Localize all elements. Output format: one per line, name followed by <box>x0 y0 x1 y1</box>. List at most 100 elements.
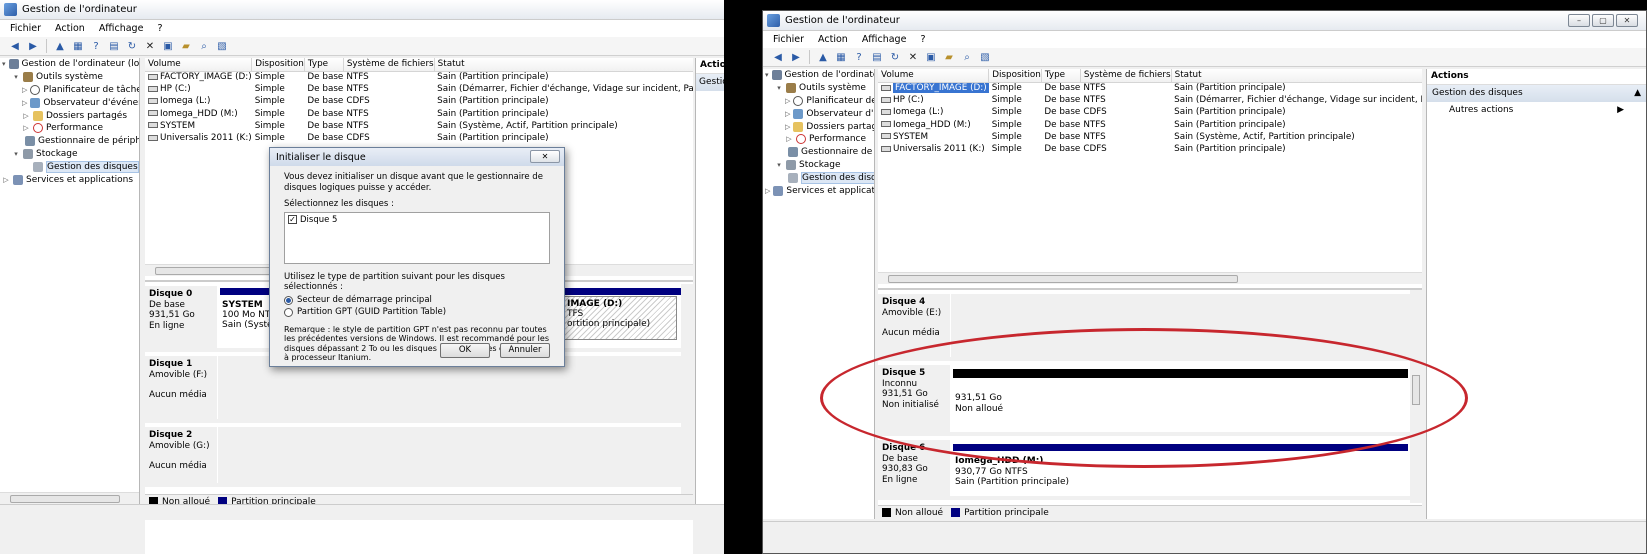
console-tree-icon[interactable]: ▦ <box>71 39 85 53</box>
disk-row-2[interactable]: Disque 2 Amovible (G:) Aucun média <box>145 427 681 487</box>
volume-hscrollbar[interactable] <box>878 272 1422 284</box>
tree-item-storage[interactable]: ▾ Stockage <box>0 148 139 161</box>
col-status[interactable]: Statut <box>434 58 693 72</box>
col-filesystem[interactable]: Système de fichiers <box>343 58 435 72</box>
open-folder-icon[interactable]: ▰ <box>942 50 956 64</box>
forward-icon[interactable]: ▶ <box>26 39 40 53</box>
table-row[interactable]: HP (C:) Simple De base NTFS Sain (Démarrer, … <box>145 83 693 95</box>
mbr-radio[interactable] <box>284 296 293 305</box>
ok-button[interactable]: OK <box>440 343 490 358</box>
delete-icon[interactable]: ✕ <box>906 50 920 64</box>
search-icon[interactable]: ⌕ <box>960 50 974 64</box>
col-volume[interactable]: Volume <box>878 69 990 83</box>
tree-hscrollbar[interactable] <box>0 492 139 504</box>
tree-item-storage[interactable]: ▾ Stockage <box>763 159 874 172</box>
table-row[interactable]: Iomega_HDD (M:) Simple De base NTFS Sain (Pa… <box>145 108 693 120</box>
export-icon[interactable]: ▧ <box>978 50 992 64</box>
menu-affichage[interactable]: Affichage <box>862 34 907 45</box>
search-icon[interactable]: ⌕ <box>197 39 211 53</box>
tree-item-computer-management[interactable]: ▾Gestion de l'ordinateur (local) <box>0 58 139 71</box>
table-row[interactable]: Iomega_HDD (M:) Simple De base NTFS Sain (Pa… <box>878 119 1422 131</box>
gpt-radio[interactable] <box>284 308 293 317</box>
col-status[interactable]: Statut <box>1171 69 1422 83</box>
partition-iomega-hdd[interactable]: Iomega_HDD (M:) 930,77 Go NTFS Sain (Par… <box>955 456 1069 488</box>
open-folder-icon[interactable]: ▰ <box>179 39 193 53</box>
maximize-icon[interactable]: ▢ <box>1592 14 1614 27</box>
tree-item-task-scheduler[interactable]: ▷Planificateur de tâches <box>763 95 874 108</box>
actions-section-disk-management[interactable]: Gestion des disques ▲ <box>1427 85 1646 102</box>
disk-5-checkbox[interactable]: ✓ <box>288 214 297 224</box>
tree-item-shared-folders[interactable]: ▷Dossiers partagés <box>0 109 139 122</box>
close-icon[interactable]: ✕ <box>530 150 560 163</box>
tree-item-event-viewer[interactable]: ▷Observateur d'événeme <box>0 96 139 109</box>
menu-fichier[interactable]: Fichier <box>773 34 804 45</box>
tree-item-services-apps[interactable]: ▷Services et applications <box>763 184 874 197</box>
table-row[interactable]: Iomega (L:) Simple De base CDFS Sain (Partit… <box>878 106 1422 118</box>
other-actions-item[interactable]: Autres actions ▶ <box>1427 102 1646 118</box>
refresh-icon[interactable]: ↻ <box>888 50 902 64</box>
disk-row-4[interactable]: Disque 4 Amovible (E:) Aucun média <box>878 294 1410 361</box>
delete-icon[interactable]: ✕ <box>143 39 157 53</box>
tree-item-system-tools[interactable]: ▾ Outils système <box>763 82 874 95</box>
tree-item-computer-management[interactable]: ▾Gestion de l'ordinateur (local) <box>763 69 874 82</box>
menu-action[interactable]: Action <box>55 23 85 34</box>
table-row[interactable]: FACTORY_IMAGE (D:) Simple De base NTFS Sain … <box>145 71 693 83</box>
col-volume[interactable]: Volume <box>145 58 253 72</box>
graph-vscrollbar[interactable] <box>1410 290 1422 503</box>
disk-list[interactable]: ✓ Disque 5 <box>284 211 550 264</box>
col-disposition[interactable]: Disposition <box>251 58 305 72</box>
actions-section[interactable]: Gestio <box>696 74 724 91</box>
disk-row-5[interactable]: Disque 5 Inconnu 931,51 Go Non initialis… <box>878 365 1410 436</box>
minimize-icon[interactable]: – <box>1568 14 1590 27</box>
table-row[interactable]: Universalis 2011 (K:) Simple De base CDFS Sa… <box>878 143 1422 155</box>
tree-item-performance[interactable]: ▷ Performance <box>763 133 874 146</box>
table-row[interactable]: Iomega (L:) Simple De base CDFS Sain (Partit… <box>145 95 693 107</box>
menu-fichier[interactable]: Fichier <box>10 23 41 34</box>
col-disposition[interactable]: Disposition <box>988 69 1042 83</box>
tree-item-event-viewer[interactable]: ▷Observateur d'événeme <box>763 107 874 120</box>
table-row[interactable]: SYSTEM Simple De base NTFS Sain (Système, Ac… <box>145 120 693 132</box>
menu-help[interactable]: ? <box>157 23 162 34</box>
export-icon[interactable]: ▧ <box>215 39 229 53</box>
table-row[interactable]: SYSTEM Simple De base NTFS Sain (Système, Ac… <box>878 131 1422 143</box>
help-icon[interactable]: ? <box>89 39 103 53</box>
gpt-option[interactable]: Partition GPT (GUID Partition Table) <box>284 307 550 319</box>
table-row[interactable]: Universalis 2011 (K:) Simple De base CDFS Sa… <box>145 132 693 144</box>
tree-item-task-scheduler[interactable]: ▷Planificateur de tâches <box>0 84 139 97</box>
unallocated-partition[interactable]: 931,51 Go Non alloué <box>955 393 1003 414</box>
graph-vscrollbar[interactable] <box>681 284 693 494</box>
menu-affichage[interactable]: Affichage <box>99 23 144 34</box>
tree-item-system-tools[interactable]: ▾ Outils système <box>0 71 139 84</box>
disk-properties-icon[interactable]: ▣ <box>161 39 175 53</box>
up-folder-icon[interactable]: ▲ <box>816 50 830 64</box>
scroll-thumb[interactable] <box>10 495 120 503</box>
scroll-thumb[interactable] <box>1412 375 1420 405</box>
properties-icon[interactable]: ▤ <box>107 39 121 53</box>
refresh-icon[interactable]: ↻ <box>125 39 139 53</box>
mbr-option[interactable]: Secteur de démarrage principal <box>284 295 550 307</box>
up-folder-icon[interactable]: ▲ <box>53 39 67 53</box>
disk-list-item[interactable]: Disque 5 <box>300 215 337 226</box>
properties-icon[interactable]: ▤ <box>870 50 884 64</box>
tree-item-disk-management[interactable]: Gestion des disques <box>0 160 139 173</box>
console-tree-icon[interactable]: ▦ <box>834 50 848 64</box>
forward-icon[interactable]: ▶ <box>789 50 803 64</box>
close-icon[interactable]: ✕ <box>1616 14 1638 27</box>
disk-properties-icon[interactable]: ▣ <box>924 50 938 64</box>
back-icon[interactable]: ◀ <box>8 39 22 53</box>
menu-action[interactable]: Action <box>818 34 848 45</box>
tree-item-disk-management[interactable]: Gestion des disques <box>763 171 874 184</box>
scroll-thumb[interactable] <box>888 275 1238 283</box>
tree-item-shared-folders[interactable]: ▷Dossiers partagés <box>763 120 874 133</box>
back-icon[interactable]: ◀ <box>771 50 785 64</box>
tree-item-device-manager[interactable]: Gestionnaire de périphé <box>763 146 874 159</box>
help-icon[interactable]: ? <box>852 50 866 64</box>
col-type[interactable]: Type <box>304 58 344 72</box>
col-filesystem[interactable]: Système de fichiers <box>1080 69 1172 83</box>
collapse-icon[interactable]: ▲ <box>1634 88 1641 99</box>
partition-factory-image[interactable]: IMAGE (D:) TFS ortition principale) <box>563 296 677 340</box>
tree-item-services-apps[interactable]: ▷Services et applications <box>0 173 139 186</box>
disk-row-6[interactable]: Disque 6 De base 930,83 Go En ligne Iome… <box>878 440 1410 500</box>
cancel-button[interactable]: Annuler <box>500 343 550 358</box>
table-row[interactable]: FACTORY_IMAGE (D:) Simple De base NTFS Sain … <box>878 82 1422 94</box>
